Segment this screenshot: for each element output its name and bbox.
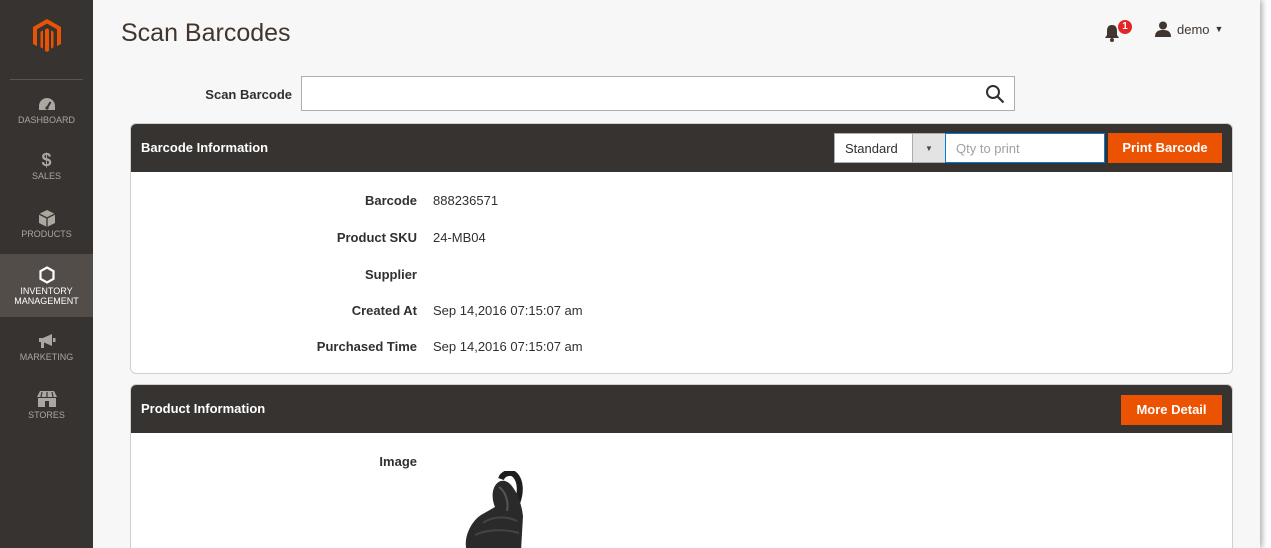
panel-title: Product Information bbox=[141, 401, 266, 416]
store-icon bbox=[36, 389, 57, 409]
chevron-down-icon: ▼ bbox=[912, 134, 945, 162]
user-menu[interactable]: demo ▼ bbox=[1155, 21, 1223, 37]
user-name: demo bbox=[1177, 21, 1210, 37]
box-icon bbox=[38, 208, 55, 228]
page-title: Scan Barcodes bbox=[121, 19, 291, 47]
product-information-panel: Product Information More Detail Image bbox=[130, 384, 1233, 548]
print-barcode-button[interactable]: Print Barcode bbox=[1108, 133, 1222, 163]
info-label: Purchased Time bbox=[316, 339, 417, 354]
info-row-created-at: Created At Sep 14,2016 07:15:07 am bbox=[131, 303, 1232, 323]
qty-to-print-input[interactable] bbox=[945, 133, 1105, 163]
product-image bbox=[465, 471, 523, 548]
sidebar-item-label: STORES bbox=[28, 410, 65, 420]
notification-count-badge: 1 bbox=[1118, 20, 1132, 34]
panel-title: Barcode Information bbox=[141, 140, 269, 155]
scan-barcode-label: Scan Barcode bbox=[205, 87, 292, 102]
barcode-information-panel: Barcode Information Standard ▼ Print Bar… bbox=[130, 123, 1233, 374]
scan-barcode-input[interactable] bbox=[301, 76, 1015, 111]
info-value: Sep 14,2016 07:15:07 am bbox=[433, 303, 583, 318]
info-value: Sep 14,2016 07:15:07 am bbox=[433, 339, 583, 354]
info-label: Supplier bbox=[364, 267, 417, 282]
sidebar-item-stores[interactable]: STORES bbox=[0, 389, 93, 425]
info-row-barcode: Barcode 888236571 bbox=[131, 193, 1232, 213]
hexagon-icon bbox=[38, 265, 55, 285]
sidebar-item-label: SALES bbox=[31, 171, 62, 181]
info-value: 24-MB04 bbox=[433, 230, 486, 245]
megaphone-icon bbox=[38, 331, 56, 351]
more-detail-button[interactable]: More Detail bbox=[1121, 395, 1222, 425]
info-label: Barcode bbox=[364, 193, 417, 208]
sidebar-item-label: PRODUCTS bbox=[21, 229, 72, 239]
info-row-purchased-time: Purchased Time Sep 14,2016 07:15:07 am bbox=[131, 339, 1232, 359]
info-label: Image bbox=[379, 454, 417, 469]
notifications-button[interactable]: 1 bbox=[1104, 20, 1132, 42]
sidebar-item-dashboard[interactable]: DASHBOARD bbox=[0, 94, 93, 130]
selected-template: Standard bbox=[845, 141, 898, 156]
info-row-image: Image bbox=[131, 454, 1232, 474]
barcode-information-header: Barcode Information Standard ▼ Print Bar… bbox=[131, 124, 1232, 172]
sidebar-item-label: INVENTORY MANAGEMENT bbox=[14, 286, 79, 306]
sidebar-item-label: MARKETING bbox=[19, 352, 74, 362]
magento-logo-icon bbox=[32, 18, 61, 52]
search-icon[interactable] bbox=[985, 84, 1005, 104]
user-icon bbox=[1155, 21, 1171, 37]
info-row-supplier: Supplier bbox=[131, 267, 1232, 287]
info-label: Created At bbox=[351, 303, 417, 318]
sidebar-item-label: DASHBOARD bbox=[17, 115, 75, 125]
barcode-template-select[interactable]: Standard ▼ bbox=[834, 133, 946, 163]
sidebar-item-marketing[interactable]: MARKETING bbox=[0, 331, 93, 367]
sidebar-divider bbox=[10, 79, 83, 80]
sidebar-item-sales[interactable]: $ SALES bbox=[0, 150, 93, 186]
info-value: 888236571 bbox=[433, 193, 499, 208]
magento-logo[interactable] bbox=[0, 0, 93, 70]
product-information-header: Product Information More Detail bbox=[131, 385, 1232, 433]
admin-window: DASHBOARD $ SALES PRODUCTS INVENTORY MAN… bbox=[0, 0, 1260, 548]
chevron-down-icon: ▼ bbox=[1214, 24, 1224, 34]
sidebar: DASHBOARD $ SALES PRODUCTS INVENTORY MAN… bbox=[0, 0, 93, 548]
info-row-product-sku: Product SKU 24-MB04 bbox=[131, 230, 1232, 250]
sidebar-item-inventory-management[interactable]: INVENTORY MANAGEMENT bbox=[0, 254, 93, 317]
dollar-icon: $ bbox=[41, 150, 52, 170]
sidebar-item-products[interactable]: PRODUCTS bbox=[0, 208, 93, 244]
dashboard-icon bbox=[38, 94, 56, 114]
info-label: Product SKU bbox=[336, 230, 417, 245]
